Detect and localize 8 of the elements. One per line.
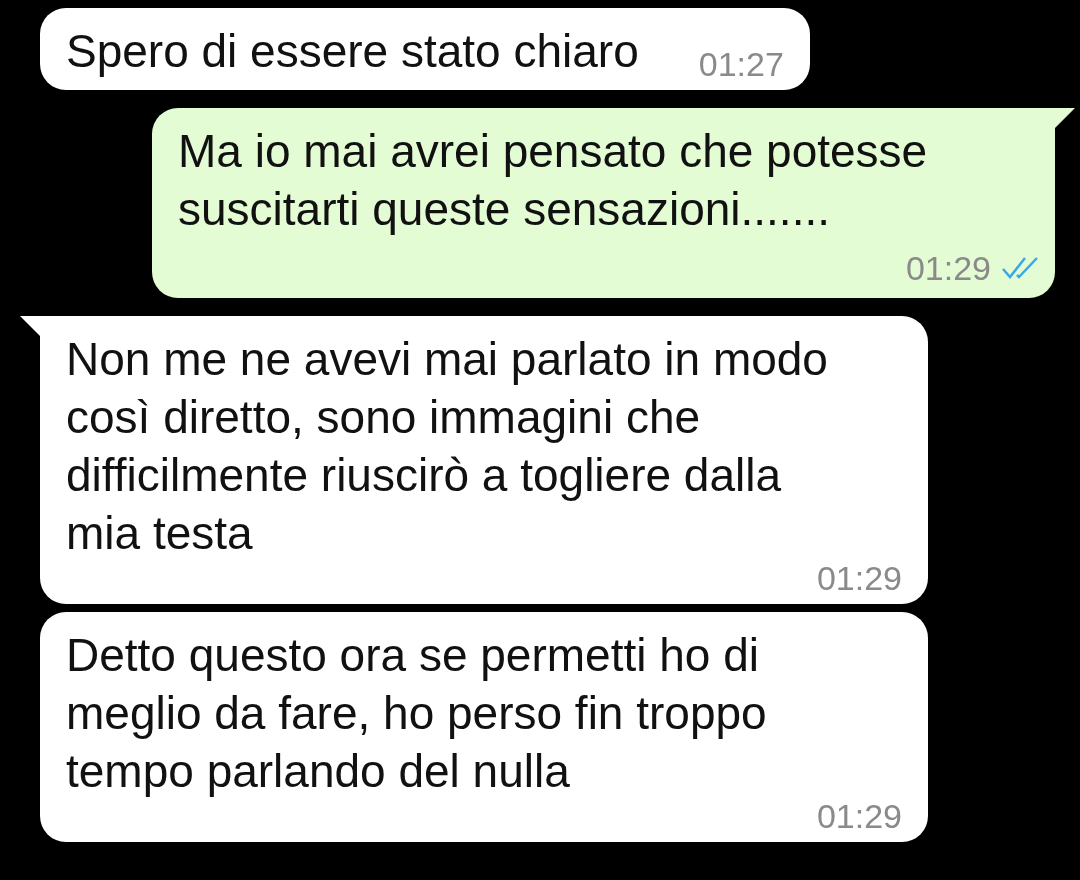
message-text: Detto questo ora se permetti ho di meglio da fare, ho perso fin troppo tempo parlando del nulla xyxy=(66,628,768,799)
message-time: 01:27 xyxy=(698,44,784,84)
message-time: 01:29 xyxy=(816,796,902,836)
message-text: Ma io mai avrei pensato che potesse suscitarti queste sensazioni....... xyxy=(178,124,929,237)
message-time: 01:29 xyxy=(905,248,991,288)
message-text: Non me ne avevi mai parlato in modo così diretto, sono immagini che difficilmente riuscirò a togliere dalla mia testa xyxy=(66,332,829,561)
message-text: Spero di essere stato chiaro xyxy=(66,24,639,79)
message-time: 01:29 xyxy=(816,558,902,598)
